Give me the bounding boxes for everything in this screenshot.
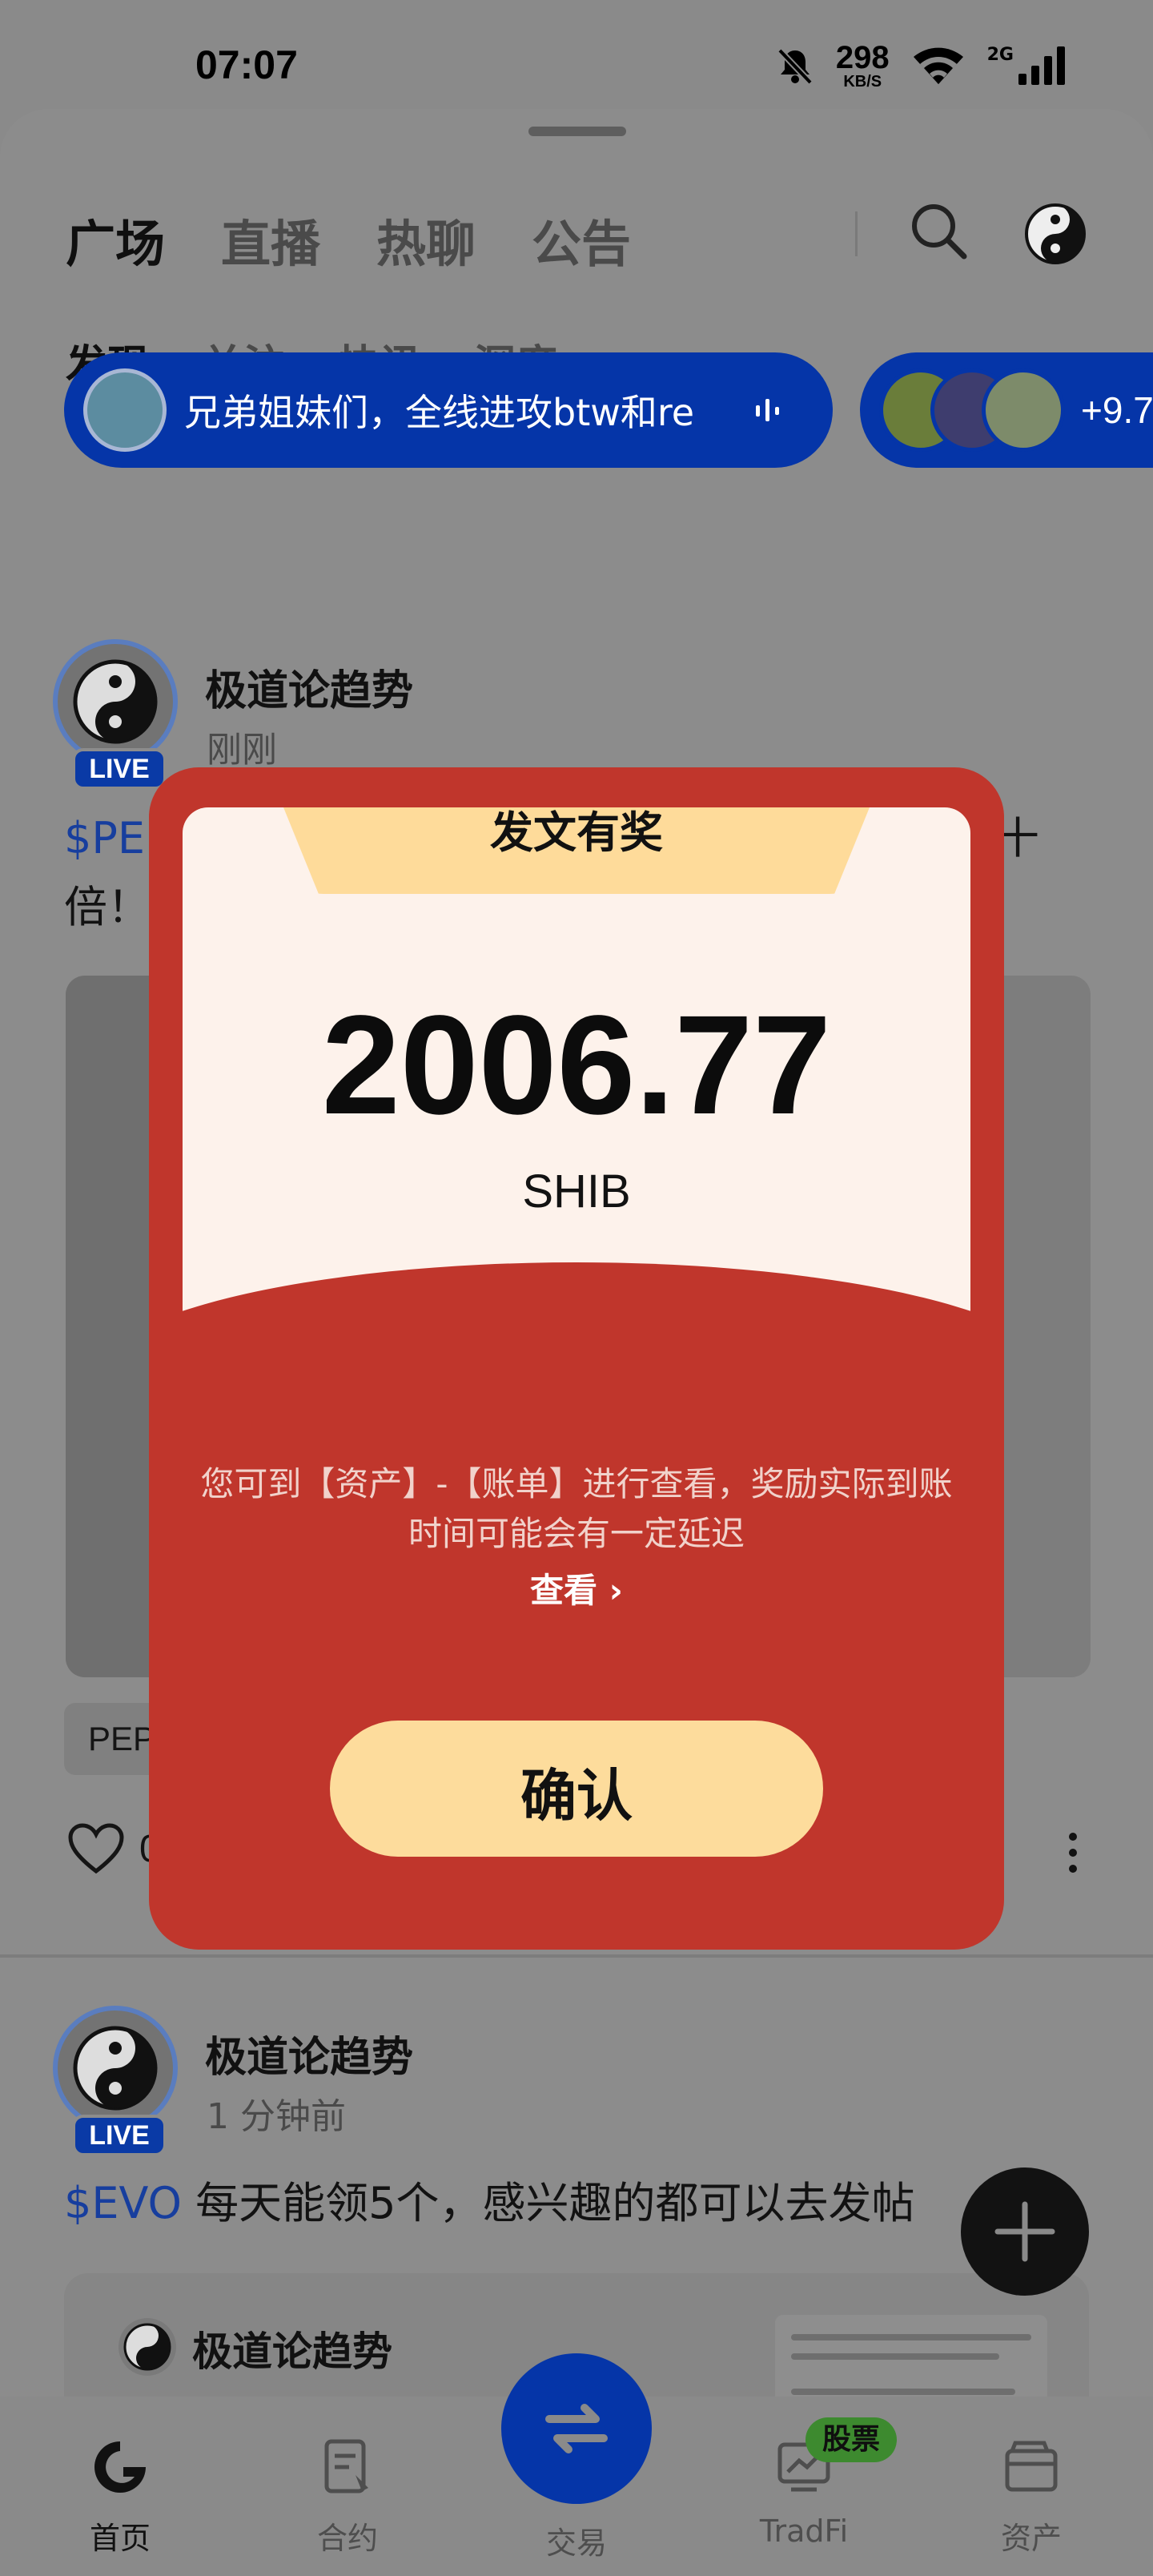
- reward-modal: 发文有奖 2006.77 SHIB 您可到【资产】-【账单】进行查看，奖励实际到…: [0, 0, 1153, 2576]
- reward-unit: SHIB: [522, 1165, 631, 1218]
- view-bill-link[interactable]: 查看 ›: [496, 1564, 657, 1612]
- reward-note: 您可到【资产】-【账单】进行查看，奖励实际到账时间可能会有一定延迟: [200, 1464, 953, 1553]
- reward-amount: 2006.77: [321, 987, 832, 1144]
- confirm-button[interactable]: 确认: [330, 1721, 823, 1857]
- modal-title: 发文有奖: [490, 807, 663, 858]
